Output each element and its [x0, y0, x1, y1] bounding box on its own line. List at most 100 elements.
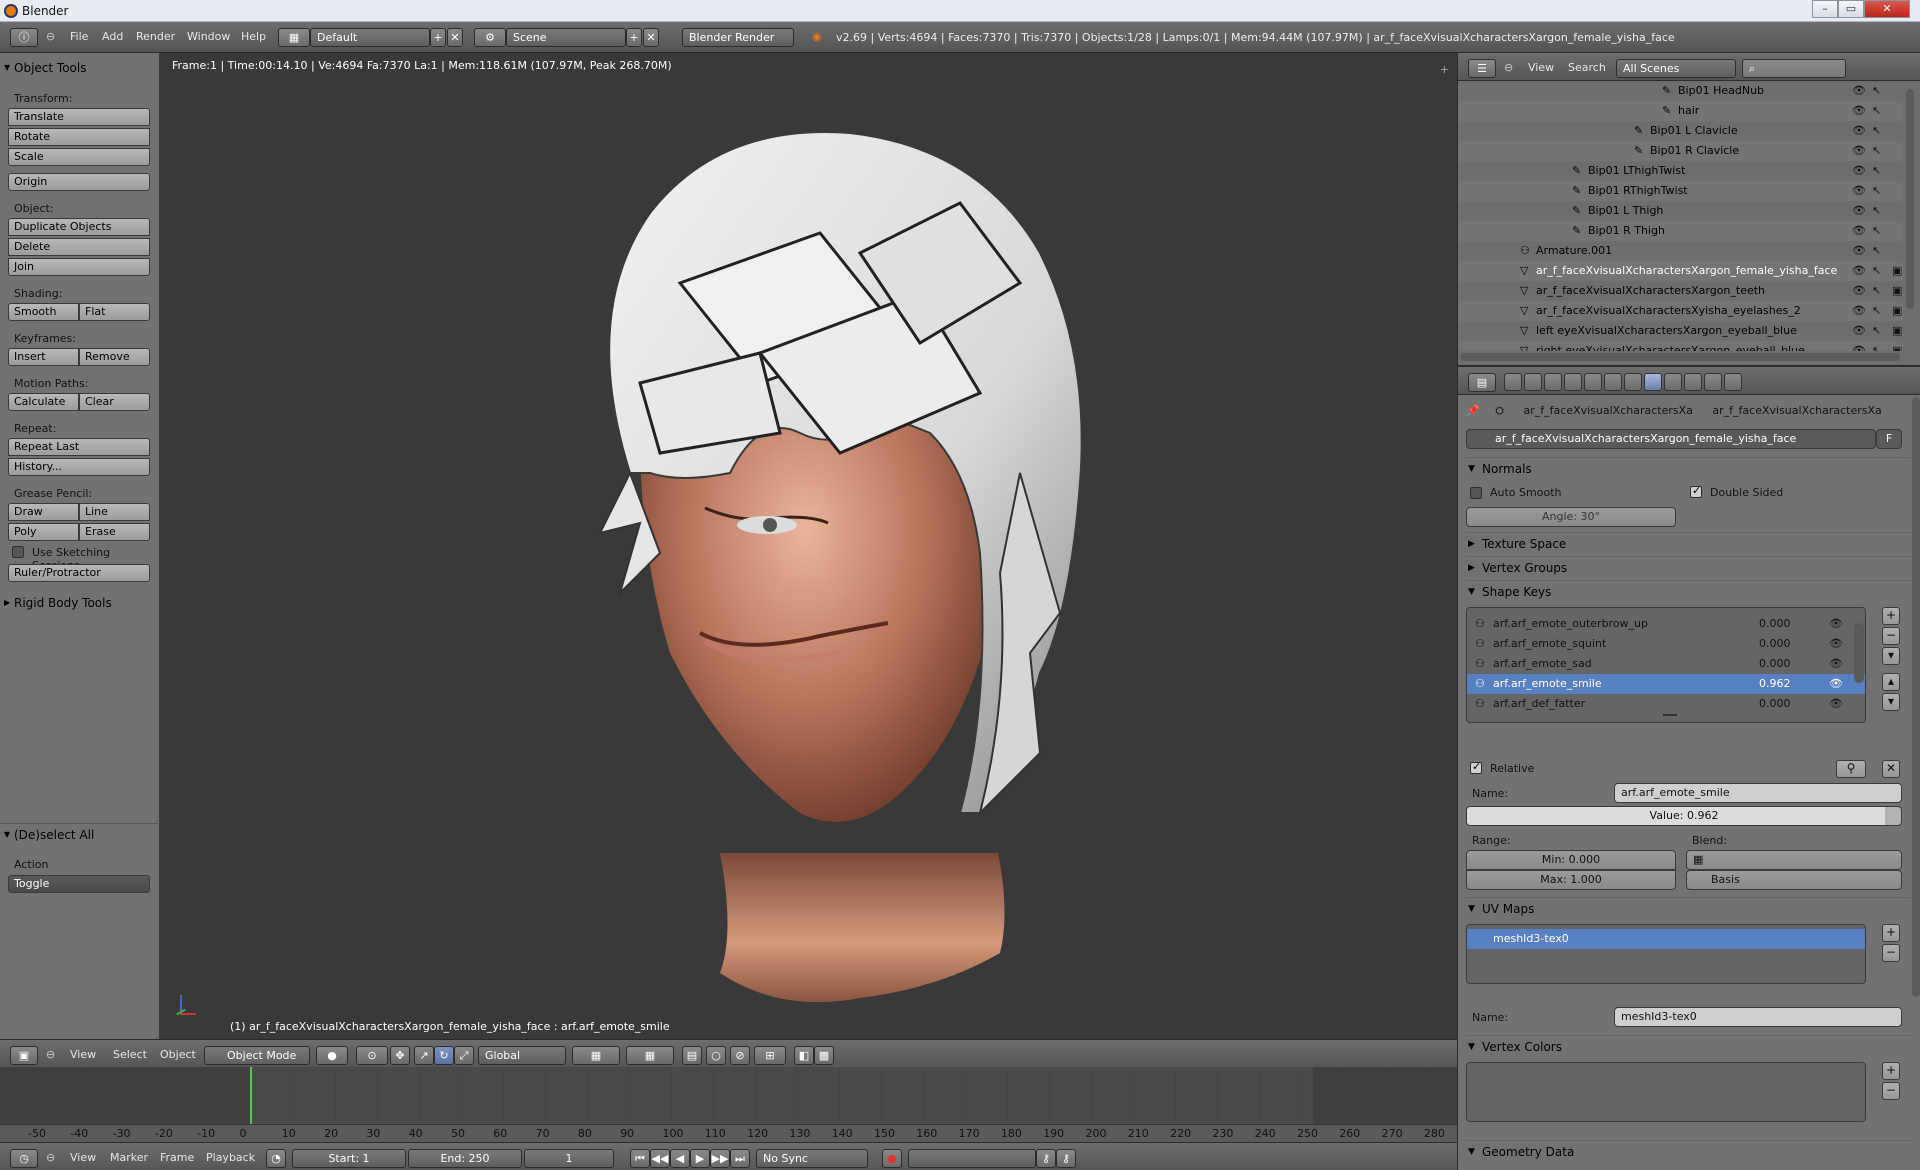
- range-max-field[interactable]: Max: 1.000: [1466, 870, 1676, 890]
- close-button[interactable]: ✕: [1864, 0, 1910, 18]
- menu-view[interactable]: View: [70, 1048, 96, 1061]
- flat-button[interactable]: Flat: [79, 303, 150, 321]
- selectable-arrow-icon[interactable]: ↖: [1872, 241, 1881, 261]
- uv-map-row[interactable]: meshId3-tex0: [1467, 929, 1865, 949]
- menu-select[interactable]: Select: [113, 1048, 147, 1061]
- menu-file[interactable]: File: [70, 30, 88, 43]
- collapse-menus-icon-4[interactable]: ⊖: [1504, 61, 1513, 74]
- renderable-camera-icon[interactable]: ▣: [1892, 261, 1902, 281]
- translate-button[interactable]: Translate: [8, 108, 150, 126]
- mesh-data-tab-icon[interactable]: [1644, 373, 1662, 391]
- smooth-button[interactable]: Smooth: [8, 303, 79, 321]
- visibility-eye-icon[interactable]: 👁: [1852, 221, 1866, 241]
- shape-key-value[interactable]: 0.000: [1759, 654, 1791, 674]
- outliner-row[interactable]: ✎ Bip01 RThighTwist 👁 ↖: [1458, 181, 1903, 201]
- properties-scrollbar[interactable]: [1912, 397, 1920, 997]
- visibility-eye-icon[interactable]: 👁: [1852, 161, 1866, 181]
- visibility-eye-icon[interactable]: 👁: [1852, 281, 1866, 301]
- outliner-row[interactable]: ▽ ar_f_faceXvisualXcharactersXargon_teeth…: [1458, 281, 1903, 301]
- outliner-row[interactable]: ✎ hair 👁 ↖: [1458, 101, 1903, 121]
- scale-manipulator-icon[interactable]: ⤢: [454, 1046, 474, 1065]
- timeline-area[interactable]: [0, 1067, 1457, 1129]
- scene-icon[interactable]: ⚙: [474, 28, 506, 47]
- ruler-protractor-button[interactable]: Ruler/Protractor: [8, 564, 150, 582]
- deselect-all-header[interactable]: (De)select All: [0, 825, 158, 845]
- vertex-colors-list[interactable]: [1466, 1062, 1866, 1122]
- shape-key-specials-button[interactable]: ▾: [1882, 647, 1900, 665]
- action-select[interactable]: Toggle: [8, 875, 150, 893]
- particles-tab-icon[interactable]: [1704, 373, 1722, 391]
- outliner-search-input[interactable]: ⌕: [1742, 59, 1846, 78]
- move-shape-key-down-button[interactable]: ▾: [1882, 693, 1900, 711]
- transform-orientation-select[interactable]: Global: [478, 1046, 566, 1065]
- selectable-arrow-icon[interactable]: ↖: [1872, 321, 1881, 341]
- record-icon[interactable]: ●: [882, 1149, 902, 1168]
- shape-key-row[interactable]: ⚇ arf.arf_def_fatter 0.000 👁: [1467, 694, 1865, 714]
- renderable-camera-icon[interactable]: ▣: [1892, 281, 1902, 301]
- visibility-eye-icon[interactable]: 👁: [1852, 121, 1866, 141]
- geometry-data-header[interactable]: Geometry Data: [1466, 1140, 1911, 1163]
- display-mode-select[interactable]: All Scenes: [1616, 59, 1736, 78]
- renderable-camera-icon[interactable]: ▣: [1892, 301, 1902, 321]
- prev-keyframe-icon[interactable]: ◀◀: [650, 1149, 670, 1168]
- shape-key-row[interactable]: ⚇ arf.arf_emote_smile 0.962 👁: [1467, 674, 1865, 694]
- menu-window[interactable]: Window: [187, 30, 230, 43]
- menu-help[interactable]: Help: [241, 30, 266, 43]
- visibility-eye-icon[interactable]: 👁: [1852, 341, 1866, 351]
- selectable-arrow-icon[interactable]: ↖: [1872, 81, 1881, 101]
- mesh-name-field[interactable]: ar_f_faceXvisualXcharactersXargon_female…: [1466, 429, 1876, 449]
- outliner-row[interactable]: ▽ ar_f_faceXvisualXcharactersXyisha_eyela…: [1458, 301, 1903, 321]
- selectable-arrow-icon[interactable]: ↖: [1872, 101, 1881, 121]
- shape-key-row[interactable]: ⚇ arf.arf_emote_squint 0.000 👁: [1467, 634, 1865, 654]
- layers-group-1[interactable]: ▦: [572, 1046, 620, 1065]
- shape-key-mute-eye-icon[interactable]: 👁: [1829, 614, 1843, 634]
- outliner-row[interactable]: ▽ right eyeXvisualXcharactersXargon_eyeba…: [1458, 341, 1903, 351]
- lock-layers-icon[interactable]: ▤: [682, 1046, 702, 1065]
- proportional-edit-icon[interactable]: ○: [706, 1046, 726, 1065]
- visibility-eye-icon[interactable]: 👁: [1852, 201, 1866, 221]
- jump-end-icon[interactable]: ⏭: [730, 1149, 750, 1168]
- physics-tab-icon[interactable]: [1724, 373, 1742, 391]
- editor-type-3dview-icon[interactable]: ▣: [10, 1046, 38, 1065]
- line-button[interactable]: Line: [79, 503, 150, 521]
- shape-key-name-field[interactable]: arf.arf_emote_smile: [1614, 783, 1902, 803]
- shape-key-row[interactable]: ⚇ arf.arf_emote_outerbrow_up 0.000 👁: [1467, 614, 1865, 634]
- collapse-menus-icon-3[interactable]: ⊖: [46, 1151, 55, 1164]
- visibility-eye-icon[interactable]: 👁: [1852, 81, 1866, 101]
- shape-key-value[interactable]: 0.000: [1759, 694, 1791, 714]
- clear-shape-key-icon[interactable]: ✕: [1882, 760, 1900, 778]
- texture-tab-icon[interactable]: [1684, 373, 1702, 391]
- material-tab-icon[interactable]: [1664, 373, 1682, 391]
- clear-button[interactable]: Clear: [79, 393, 150, 411]
- 3d-viewport[interactable]: Frame:1 | Time:00:14.10 | Ve:4694 Fa:737…: [160, 53, 1457, 1039]
- play-icon[interactable]: ▶: [690, 1149, 710, 1168]
- shape-key-value-slider[interactable]: Value: 0.962: [1466, 806, 1902, 826]
- outliner-row[interactable]: ✎ Bip01 L Thigh 👁 ↖: [1458, 201, 1903, 221]
- insert-keyframe-button[interactable]: Insert: [8, 348, 79, 366]
- move-shape-key-up-button[interactable]: ▴: [1882, 673, 1900, 691]
- shape-keys-header[interactable]: Shape Keys: [1466, 580, 1911, 603]
- blend-basis-field[interactable]: Basis: [1686, 870, 1902, 890]
- renderable-camera-icon[interactable]: ▣: [1892, 321, 1902, 341]
- selectable-arrow-icon[interactable]: ↖: [1872, 281, 1881, 301]
- shape-key-row[interactable]: ⚇ arf.arf_emote_sad 0.000 👁: [1467, 654, 1865, 674]
- shape-key-value[interactable]: 0.000: [1759, 634, 1791, 654]
- current-frame-marker[interactable]: [250, 1067, 252, 1129]
- shape-keys-scrollbar[interactable]: [1854, 623, 1864, 683]
- menu-view-outliner[interactable]: View: [1528, 61, 1554, 74]
- range-min-field[interactable]: Min: 0.000: [1466, 850, 1676, 870]
- rotate-button[interactable]: Rotate: [8, 128, 150, 146]
- shape-keys-list[interactable]: ⚇ arf.arf_emote_outerbrow_up 0.000 👁 ⚇ arf.ar…: [1466, 607, 1866, 723]
- shape-key-mute-eye-icon[interactable]: 👁: [1829, 694, 1843, 714]
- selectable-arrow-icon[interactable]: ↖: [1872, 201, 1881, 221]
- sketching-sessions-checkbox[interactable]: [12, 546, 24, 558]
- preview-range-icon[interactable]: ◔: [266, 1149, 286, 1168]
- outliner-row[interactable]: ⚇ Armature.001 👁 ↖: [1458, 241, 1903, 261]
- remove-scene-icon[interactable]: ✕: [643, 28, 659, 47]
- renderable-camera-icon[interactable]: ▣: [1892, 341, 1902, 351]
- shape-key-mute-eye-icon[interactable]: 👁: [1829, 654, 1843, 674]
- collapse-menus-icon-2[interactable]: ⊖: [46, 1048, 55, 1061]
- menu-playback[interactable]: Playback: [206, 1151, 255, 1164]
- maximize-button[interactable]: ▭: [1838, 0, 1864, 18]
- outliner-row[interactable]: ✎ Bip01 LThighTwist 👁 ↖: [1458, 161, 1903, 181]
